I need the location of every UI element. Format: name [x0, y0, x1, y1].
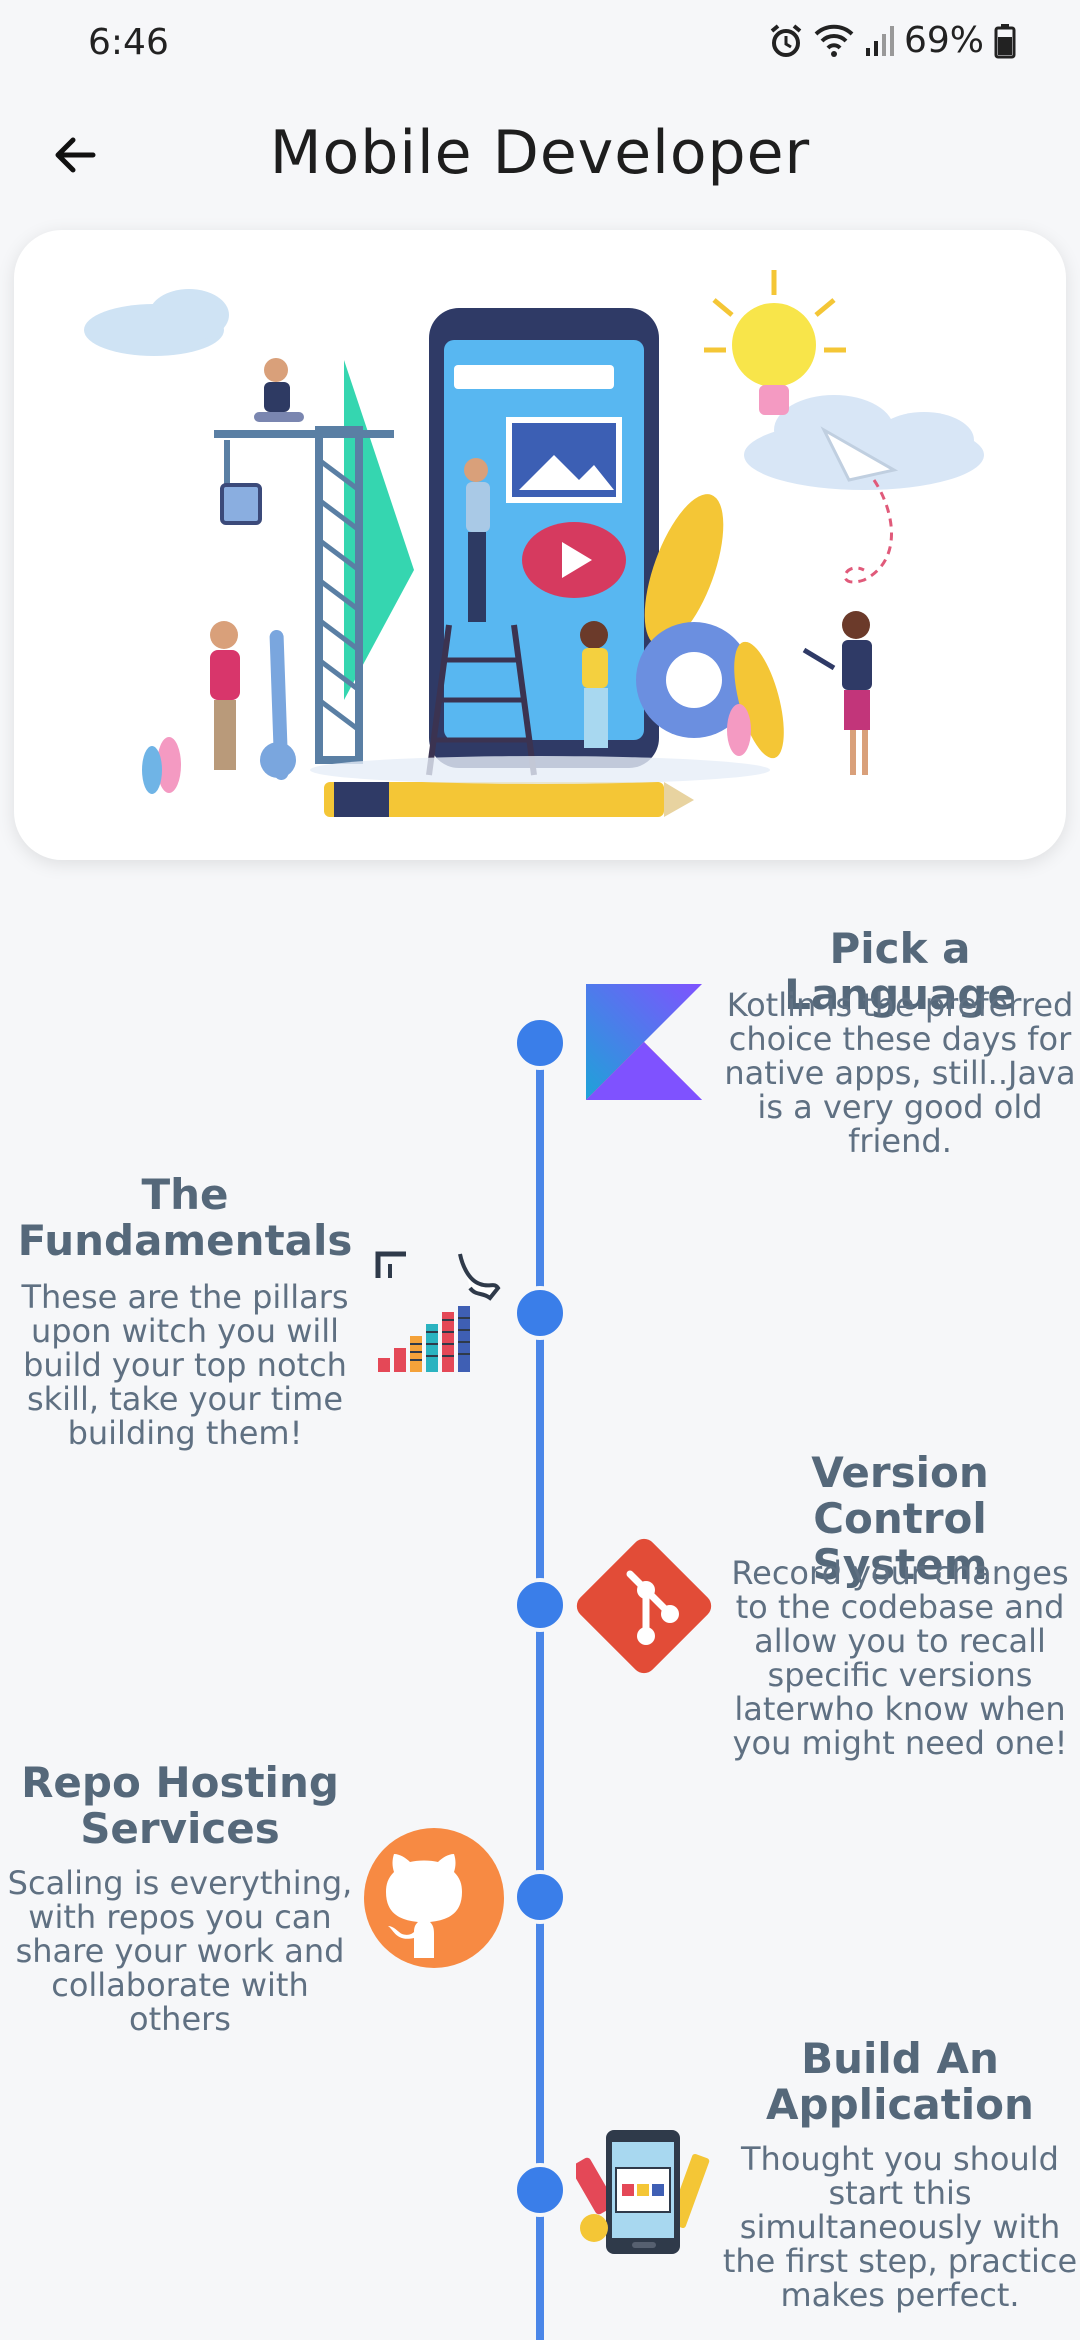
status-bar: 6:46 69% — [0, 0, 1080, 88]
app-bar: Mobile Developer — [0, 100, 1080, 210]
signal-icon — [864, 24, 894, 58]
battery-percent: 69% — [903, 20, 984, 61]
step-description: Thought you should start this simultaneo… — [722, 2140, 1078, 2314]
timeline-dot — [513, 1578, 567, 1632]
github-logo-icon — [362, 1826, 506, 1970]
step-title: Repo Hosting Services — [21, 1758, 339, 1853]
timeline-dot — [513, 1016, 567, 1070]
alarm-icon — [768, 23, 804, 59]
step-description: Scaling is everything, with repos you ca… — [7, 1864, 353, 2038]
step-description: Kotlin is the preferred choice these day… — [724, 986, 1076, 1160]
battery-icon — [994, 23, 1016, 59]
timeline-line — [536, 1040, 544, 2340]
step-description: These are the pillars upon witch you wil… — [21, 1278, 349, 1452]
status-icons: 69% — [768, 20, 1016, 61]
mobile-development-illustration — [84, 270, 984, 817]
mobile-app-icon — [570, 2124, 712, 2260]
git-logo-icon — [572, 1534, 716, 1678]
timeline-dot — [513, 2163, 567, 2217]
step-title: Build An Application — [766, 2034, 1034, 2129]
status-time: 6:46 — [88, 22, 169, 63]
skills-chart-icon — [370, 1240, 510, 1380]
step-description: Record your changes to the codebase and … — [731, 1554, 1069, 1762]
step-title: The Fundamentals — [17, 1170, 353, 1265]
page-title: Mobile Developer — [269, 118, 811, 188]
hero-illustration-card — [14, 230, 1066, 860]
wifi-icon — [814, 24, 854, 58]
kotlin-logo-icon — [586, 984, 702, 1100]
timeline-dot — [513, 1286, 567, 1340]
timeline-dot — [513, 1870, 567, 1924]
